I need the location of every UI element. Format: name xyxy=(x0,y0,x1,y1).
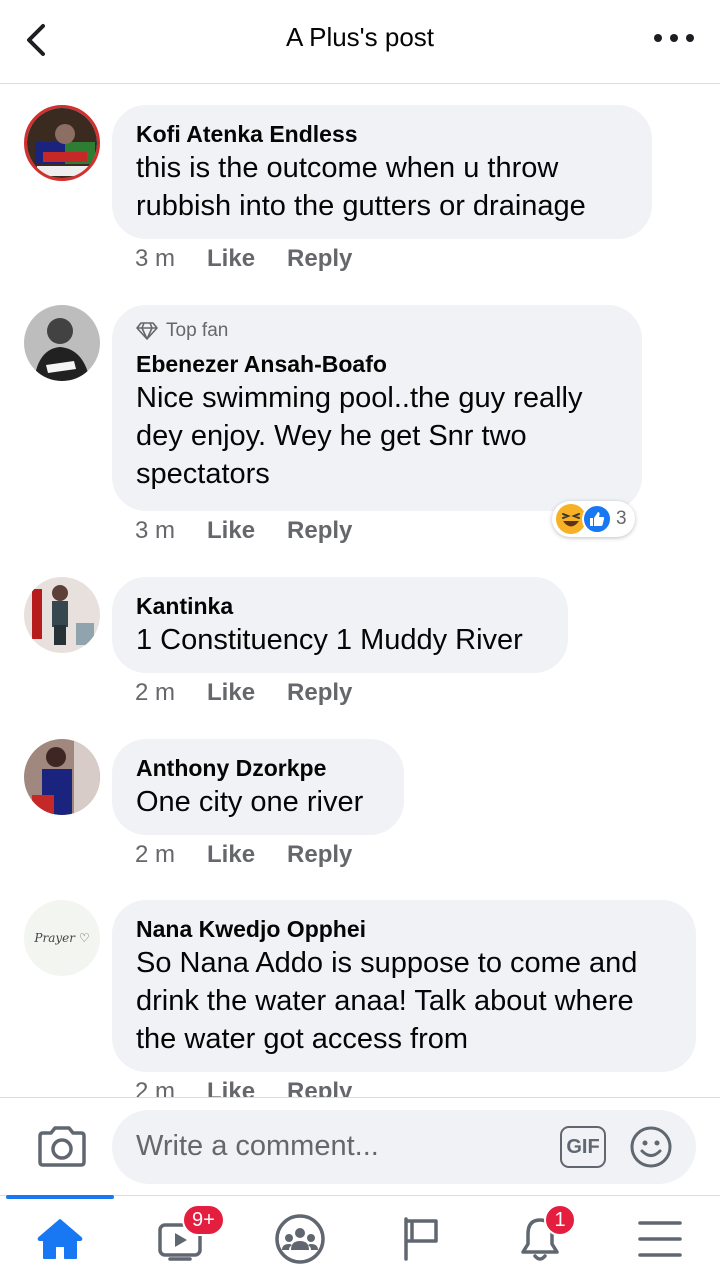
tab-watch[interactable]: 9+ xyxy=(120,1196,240,1280)
avatar[interactable] xyxy=(24,739,100,815)
comment-text: So Nana Addo is suppose to come and drin… xyxy=(136,947,638,1055)
camera-button[interactable] xyxy=(36,1124,88,1170)
like-button[interactable]: Like xyxy=(207,245,255,273)
comment-author[interactable]: Anthony Dzorkpe xyxy=(136,753,380,783)
gif-button[interactable]: GIF xyxy=(560,1126,606,1168)
tab-groups[interactable] xyxy=(240,1196,360,1280)
emoji-button[interactable] xyxy=(630,1126,672,1168)
top-bar: A Plus's post xyxy=(0,0,720,84)
like-button[interactable]: Like xyxy=(207,517,255,545)
comment-text: Nice swimming pool..the guy really dey e… xyxy=(136,382,583,490)
reply-button[interactable]: Reply xyxy=(287,679,352,707)
reply-button[interactable]: Reply xyxy=(287,517,352,545)
tab-pages[interactable] xyxy=(360,1196,480,1280)
tab-home[interactable] xyxy=(0,1195,120,1280)
comment-time: 3 m xyxy=(135,245,176,272)
comment-author[interactable]: Kofi Atenka Endless xyxy=(136,119,628,149)
comment-time: 3 m xyxy=(135,517,176,544)
notifications-badge: 1 xyxy=(544,1204,576,1236)
comment-input[interactable]: Write a comment... GIF xyxy=(112,1110,696,1184)
more-horizontal-icon xyxy=(654,34,662,42)
like-reaction-icon xyxy=(582,504,612,534)
comment-bubble[interactable]: Top fan Ebenezer Ansah-Boafo Nice swimmi… xyxy=(112,305,642,511)
comment-bubble[interactable]: Kantinka 1 Constituency 1 Muddy River xyxy=(112,577,568,673)
comment-input-placeholder: Write a comment... xyxy=(136,1130,379,1162)
comment-actions: 3 m Like Reply xyxy=(135,245,352,273)
comment-text: One city one river xyxy=(136,786,364,818)
like-button[interactable]: Like xyxy=(207,841,255,869)
reactions-summary[interactable]: 3 xyxy=(552,501,635,537)
comment-actions: 2 m Like Reply xyxy=(135,841,352,869)
top-fan-badge: Top fan xyxy=(136,317,618,345)
comment-bubble[interactable]: Nana Kwedjo Opphei So Nana Addo is suppo… xyxy=(112,900,696,1072)
comment-time: 2 m xyxy=(135,841,176,868)
menu-icon xyxy=(638,1220,682,1257)
groups-icon xyxy=(275,1213,325,1264)
gif-icon: GIF xyxy=(566,1135,600,1158)
comment-author[interactable]: Nana Kwedjo Opphei xyxy=(136,914,672,944)
diamond-icon xyxy=(136,322,158,340)
tab-notifications[interactable]: 1 xyxy=(480,1196,600,1280)
comment-composer: Write a comment... GIF xyxy=(0,1097,720,1195)
avatar[interactable] xyxy=(24,105,100,181)
camera-icon xyxy=(38,1126,86,1167)
bottom-navigation: 9+ 1 xyxy=(0,1195,720,1280)
reply-button[interactable]: Reply xyxy=(287,1078,352,1097)
avatar[interactable] xyxy=(24,305,100,381)
active-tab-indicator xyxy=(6,1195,114,1199)
reply-button[interactable]: Reply xyxy=(287,841,352,869)
comment-text: 1 Constituency 1 Muddy River xyxy=(136,624,523,656)
comment-text: this is the outcome when u throw rubbish… xyxy=(136,152,586,222)
comment-actions: 2 m Like Reply xyxy=(135,1078,352,1097)
comment-time: 2 m xyxy=(135,1078,176,1097)
comments-list: Kofi Atenka Endless this is the outcome … xyxy=(0,85,720,1097)
smiley-icon xyxy=(630,1126,672,1168)
home-icon xyxy=(37,1218,83,1259)
comment-actions: 2 m Like Reply xyxy=(135,679,352,707)
tab-menu[interactable] xyxy=(600,1196,720,1280)
like-button[interactable]: Like xyxy=(207,1078,255,1097)
comment-author[interactable]: Ebenezer Ansah-Boafo xyxy=(136,349,618,379)
comment-time: 2 m xyxy=(135,679,176,706)
comment-author[interactable]: Kantinka xyxy=(136,591,544,621)
video-badge: 9+ xyxy=(182,1204,225,1236)
avatar[interactable] xyxy=(24,577,100,653)
avatar[interactable]: Prayer ♡ xyxy=(24,900,100,976)
flag-icon xyxy=(404,1216,438,1261)
comment-bubble[interactable]: Anthony Dzorkpe One city one river xyxy=(112,739,404,835)
like-button[interactable]: Like xyxy=(207,679,255,707)
comment-bubble[interactable]: Kofi Atenka Endless this is the outcome … xyxy=(112,105,652,239)
page-title: A Plus's post xyxy=(285,22,435,52)
more-options-button[interactable] xyxy=(654,28,694,48)
reply-button[interactable]: Reply xyxy=(287,245,352,273)
reaction-count: 3 xyxy=(616,508,627,529)
comment-actions: 3 m Like Reply xyxy=(135,517,352,545)
